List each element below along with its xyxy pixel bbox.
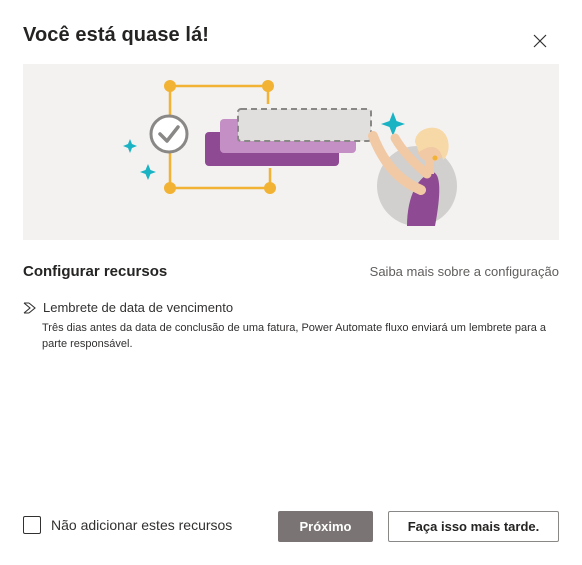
card-dashed [237, 108, 372, 142]
next-button[interactable]: Próximo [278, 511, 373, 542]
feature-description: Três dias antes da data de conclusão de … [42, 322, 547, 350]
feature-item: Lembrete de data de vencimento Três dias… [23, 300, 553, 352]
setup-dialog: Você está quase lá! Configurar recursos … [0, 0, 582, 565]
sparkle [381, 112, 405, 136]
hero-illustration [23, 64, 559, 240]
sparkle [140, 164, 156, 180]
close-icon [533, 34, 547, 48]
skip-resources-checkbox[interactable]: Não adicionar estes recursos [23, 516, 232, 534]
do-later-button[interactable]: Faça isso mais tarde. [388, 511, 559, 542]
check-circle [149, 114, 189, 154]
learn-more-link[interactable]: Saiba mais sobre a configuração [370, 264, 559, 279]
close-button[interactable] [527, 28, 553, 54]
feature-name: Lembrete de data de vencimento [43, 300, 234, 315]
person-configuring-resources-illustration [123, 80, 457, 226]
dialog-title: Você está quase lá! [23, 24, 210, 46]
flow-chevrons-icon [23, 301, 39, 314]
sparkle [123, 139, 137, 153]
section-title: Configurar recursos [23, 263, 168, 280]
checkbox-box[interactable] [23, 516, 41, 534]
checkbox-label: Não adicionar estes recursos [51, 517, 233, 533]
